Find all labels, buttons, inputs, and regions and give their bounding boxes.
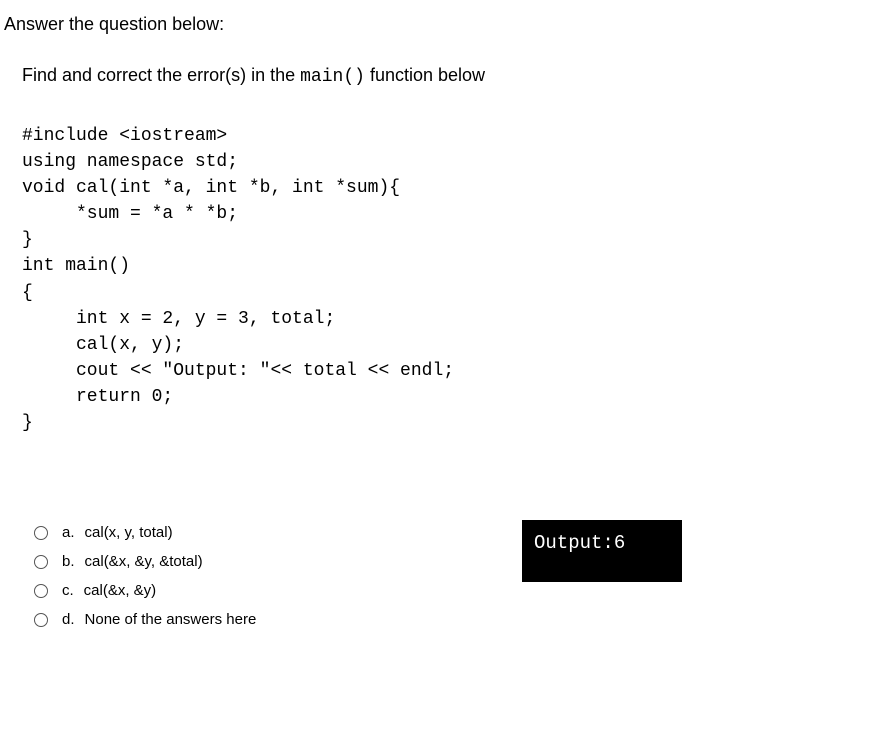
option-letter: c. [62,582,74,599]
option-d[interactable]: d. None of the answers here [34,611,892,628]
option-c[interactable]: c. cal(&x, &y) [34,582,892,599]
code-line: { [22,283,33,303]
option-letter: d. [62,611,75,628]
option-letter: b. [62,553,75,570]
code-line: #include <iostream> [22,126,227,146]
option-a[interactable]: a. cal(x, y, total) [34,524,892,541]
question-prefix: Find and correct the error(s) in the [22,65,300,85]
code-line: void cal(int *a, int *b, int *sum){ [22,178,400,198]
radio-icon[interactable] [34,584,48,598]
code-line: } [22,230,33,250]
options-list: a. cal(x, y, total) b. cal(&x, &y, &tota… [22,524,892,628]
radio-icon[interactable] [34,555,48,569]
code-line: int main() [22,256,130,276]
radio-icon[interactable] [34,526,48,540]
option-text: None of the answers here [85,611,257,628]
question-suffix: function below [365,65,485,85]
option-text: cal(x, y, total) [85,524,173,541]
code-block: #include <iostream> using namespace std;… [22,123,892,436]
option-b[interactable]: b. cal(&x, &y, &total) [34,553,892,570]
code-line: return 0; [22,387,173,407]
code-line: } [22,413,33,433]
option-text: cal(&x, &y) [84,582,157,599]
page-header: Answer the question below: [0,0,892,35]
code-line: cal(x, y); [22,335,184,355]
question-text: Find and correct the error(s) in the mai… [22,65,892,87]
code-line: cout << "Output: "<< total << endl; [22,361,454,381]
radio-icon[interactable] [34,613,48,627]
output-box: Output:6 [522,520,682,582]
code-line: int x = 2, y = 3, total; [22,309,335,329]
option-text: cal(&x, &y, &total) [85,553,203,570]
code-line: using namespace std; [22,152,238,172]
question-content: Find and correct the error(s) in the mai… [0,35,892,628]
code-line: *sum = *a * *b; [22,204,238,224]
option-letter: a. [62,524,75,541]
question-code-inline: main() [300,67,365,87]
